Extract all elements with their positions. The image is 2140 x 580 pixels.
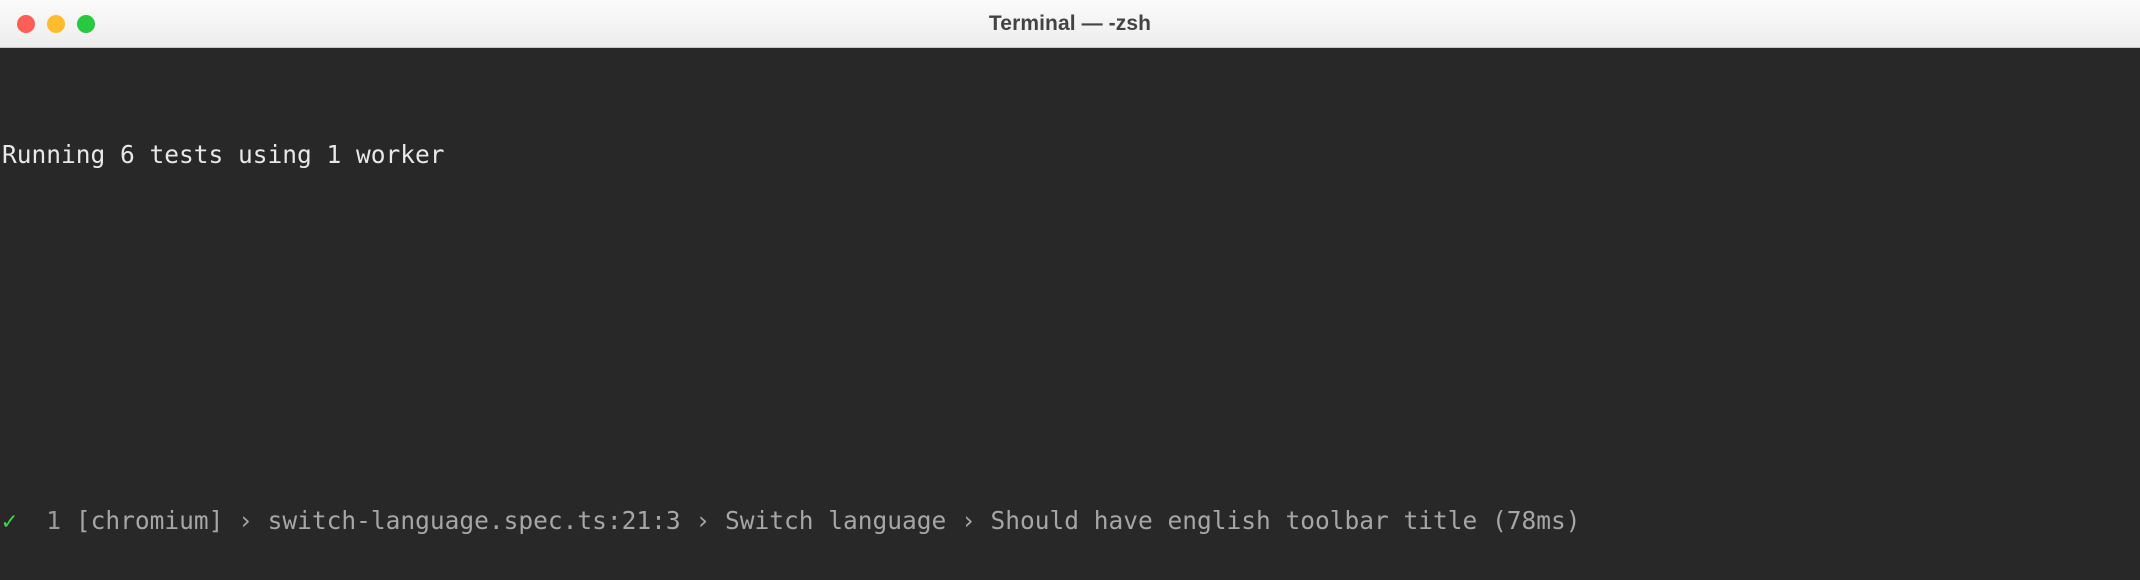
test-index: 1 [46, 505, 62, 535]
window-titlebar[interactable]: Terminal — -zsh [0, 0, 2140, 48]
minimize-window-button[interactable] [47, 14, 65, 33]
terminal-output[interactable]: Running 6 tests using 1 worker ✓ 1 [chro… [0, 48, 2140, 580]
test-duration: (78ms) [1492, 505, 1581, 535]
terminal-line-header: Running 6 tests using 1 worker [0, 140, 2140, 171]
window-controls [17, 14, 95, 33]
maximize-window-button[interactable] [77, 14, 95, 33]
path-separator-icon: › [238, 505, 253, 535]
window-title: Terminal — -zsh [988, 11, 1152, 35]
test-browser: [chromium] [75, 505, 224, 535]
terminal-window: Terminal — -zsh Running 6 tests using 1 … [0, 0, 2140, 580]
path-separator-icon: › [695, 505, 711, 535]
test-title: Should have english toolbar title [990, 505, 1478, 535]
test-result-row: ✓ 1 [chromium] › switch-language.spec.ts… [0, 506, 2140, 537]
path-separator-icon: › [960, 505, 976, 535]
running-tests-text: Running 6 tests using 1 worker [2, 139, 445, 169]
test-spec-path: switch-language.spec.ts:21:3 [267, 505, 681, 535]
close-window-button[interactable] [17, 14, 35, 33]
test-status-icon: ✓ [2, 505, 17, 535]
test-suite-name: Switch language [724, 505, 947, 535]
